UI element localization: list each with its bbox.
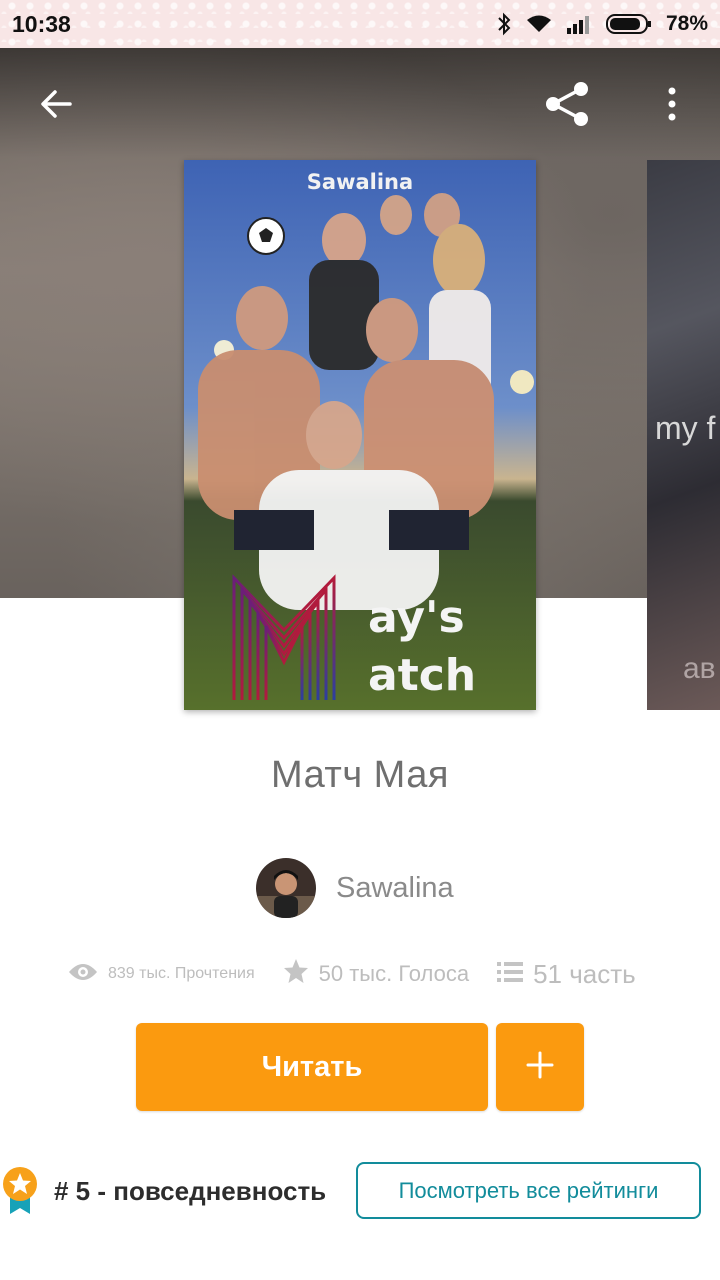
hero-shade	[0, 48, 720, 158]
ranking-text: # 5 - повседневность	[54, 1176, 327, 1206]
read-button[interactable]: Читать	[136, 1023, 488, 1111]
list-icon	[497, 959, 524, 990]
parts-count: 51 часть	[533, 958, 636, 989]
avatar[interactable]	[256, 858, 316, 918]
next-story-cover[interactable]: my f ав	[647, 160, 720, 710]
share-icon	[543, 79, 593, 134]
reads-count: 839 тыс. Прочтения	[108, 965, 255, 982]
author-link[interactable]: Sawalina	[256, 858, 454, 918]
plus-icon	[526, 1051, 554, 1084]
signal-icon	[566, 14, 592, 34]
story-stats: 839 тыс. Прочтения 50 тыс. Голоса 51 час…	[68, 952, 668, 996]
eye-icon	[68, 962, 98, 987]
reads-stat: 839 тыс. Прочтения	[68, 962, 255, 987]
votes-count: 50 тыс. Голоса	[318, 961, 470, 986]
star-icon	[283, 958, 309, 990]
bluetooth-icon	[496, 12, 512, 36]
story-cover[interactable]: Sawalina ay's atch	[184, 160, 536, 710]
cover-title-line1: ay's	[368, 592, 465, 643]
more-vertical-icon	[666, 86, 678, 127]
wifi-icon	[526, 14, 552, 34]
author-name[interactable]: Sawalina	[336, 872, 454, 905]
status-bar: 10:38 78%	[0, 0, 720, 48]
battery-percent: 78%	[665, 12, 708, 35]
story-title: Матч Мая	[271, 754, 449, 796]
votes-stat: 50 тыс. Голоса	[283, 958, 469, 990]
share-button[interactable]	[540, 78, 596, 134]
parts-stat: 51 часть	[497, 959, 636, 990]
cover-author-tag: Sawalina	[307, 170, 413, 194]
cover-title-line2: atch	[368, 650, 476, 701]
arrow-left-icon	[38, 86, 74, 127]
next-cover-text: my f	[655, 410, 716, 446]
back-button[interactable]	[28, 78, 84, 134]
status-time: 10:38	[12, 10, 71, 37]
ranking-badge-icon	[0, 1166, 40, 1216]
add-to-library-button[interactable]	[496, 1023, 584, 1111]
view-all-rankings-button[interactable]: Посмотреть все рейтинги	[356, 1162, 701, 1219]
next-cover-text-bottom: ав	[683, 652, 716, 685]
more-options-button[interactable]	[644, 78, 700, 134]
battery-icon	[605, 13, 652, 35]
